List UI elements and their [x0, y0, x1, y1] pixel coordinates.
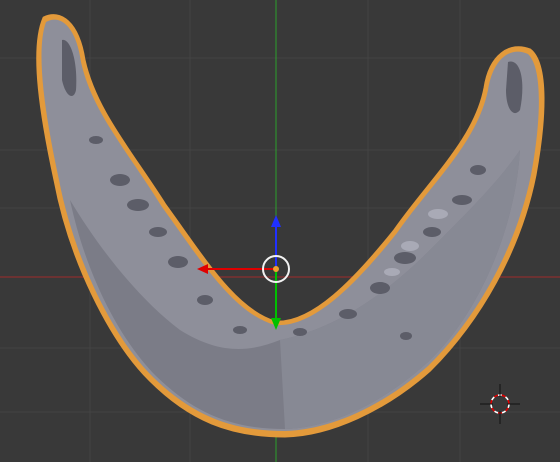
3d-cursor-icon[interactable] [480, 384, 520, 424]
3d-viewport[interactable] [0, 0, 560, 462]
gizmo-z-handle-arrow[interactable] [271, 215, 281, 227]
mandible-mesh[interactable] [36, 14, 545, 438]
object-origin-icon [273, 266, 279, 272]
